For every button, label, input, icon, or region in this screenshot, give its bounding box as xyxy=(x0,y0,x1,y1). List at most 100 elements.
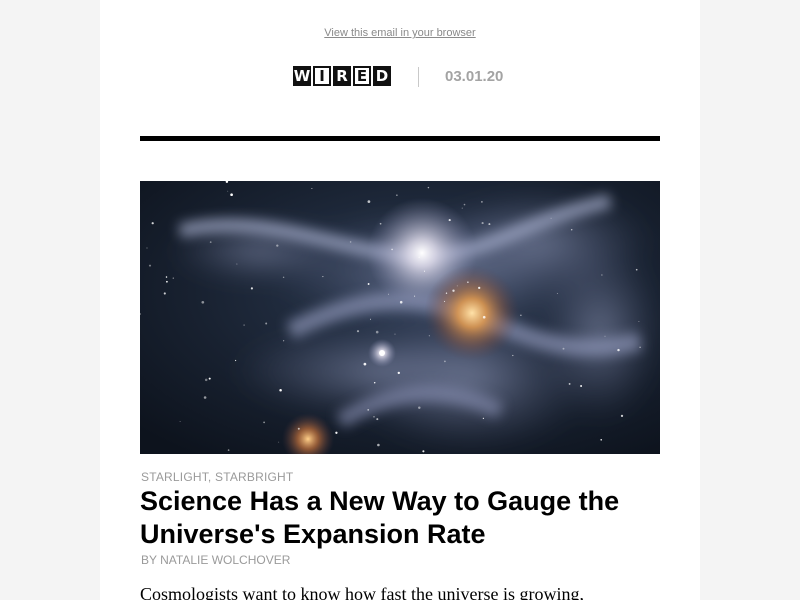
star xyxy=(482,417,485,420)
star xyxy=(601,274,603,276)
star xyxy=(367,283,370,285)
star xyxy=(635,268,638,271)
star xyxy=(276,244,279,247)
star xyxy=(397,371,400,375)
nebula-image xyxy=(140,181,660,454)
star xyxy=(279,389,282,392)
star xyxy=(376,418,379,421)
logo-letter-e: E xyxy=(353,66,371,86)
star xyxy=(478,286,481,290)
star xyxy=(617,348,620,352)
star xyxy=(151,222,154,225)
star xyxy=(322,276,324,278)
star xyxy=(562,347,565,350)
star xyxy=(580,385,583,387)
star xyxy=(148,264,152,267)
star xyxy=(227,449,230,451)
star xyxy=(467,281,469,283)
star xyxy=(423,270,426,272)
star xyxy=(179,421,181,422)
star xyxy=(236,263,238,265)
star xyxy=(461,207,463,209)
star xyxy=(163,292,166,295)
star xyxy=(639,346,641,349)
star xyxy=(297,427,300,430)
star xyxy=(418,406,421,410)
star xyxy=(230,193,233,197)
star xyxy=(201,300,205,304)
star xyxy=(363,362,367,366)
star xyxy=(388,293,390,295)
star xyxy=(418,256,420,258)
section-rule xyxy=(140,136,660,141)
star xyxy=(367,200,371,203)
logo-letter-r: R xyxy=(333,66,351,86)
star xyxy=(243,324,245,326)
star xyxy=(311,188,313,189)
star xyxy=(391,248,393,251)
star xyxy=(445,292,448,294)
star xyxy=(427,186,430,189)
star xyxy=(570,228,573,231)
star xyxy=(463,203,466,206)
star xyxy=(379,222,382,225)
star xyxy=(556,293,558,294)
star xyxy=(373,415,375,418)
star xyxy=(203,396,207,399)
star xyxy=(444,300,446,302)
star xyxy=(638,320,640,322)
star xyxy=(482,315,486,319)
star xyxy=(263,421,265,424)
article-headline[interactable]: Science Has a New Way to Gauge the Unive… xyxy=(140,485,665,551)
star xyxy=(375,330,379,334)
star xyxy=(265,322,268,325)
logo-letter-d: D xyxy=(373,66,391,86)
view-in-browser-link[interactable]: View this email in your browser xyxy=(100,27,700,39)
star xyxy=(370,318,371,320)
star xyxy=(209,241,212,243)
star xyxy=(282,276,285,279)
star xyxy=(550,217,552,219)
star xyxy=(234,359,237,362)
star xyxy=(452,289,455,292)
wired-logo[interactable]: W I R E D xyxy=(293,66,391,86)
star xyxy=(520,314,522,316)
star xyxy=(208,377,211,380)
star xyxy=(204,378,208,382)
star xyxy=(399,300,403,304)
star xyxy=(568,382,571,385)
star xyxy=(250,287,253,290)
star xyxy=(604,335,606,337)
star xyxy=(377,443,380,447)
logo-letter-w: W xyxy=(293,66,311,86)
star xyxy=(488,223,491,226)
star xyxy=(356,330,360,333)
star xyxy=(146,247,148,249)
star xyxy=(444,360,446,363)
star xyxy=(456,285,458,287)
article-byline: BY NATALIE WOLCHOVER xyxy=(141,553,291,567)
star xyxy=(481,222,484,225)
article-kicker[interactable]: STARLIGHT, STARBRIGHT xyxy=(141,470,293,484)
email-body: View this email in your browser W I R E … xyxy=(100,0,700,600)
star xyxy=(283,340,285,342)
star xyxy=(414,295,416,297)
masthead-divider xyxy=(418,67,419,87)
star xyxy=(165,276,168,278)
star xyxy=(373,381,376,384)
hero-image[interactable] xyxy=(140,181,660,454)
star xyxy=(172,277,174,279)
masthead: W I R E D 03.01.20 xyxy=(100,64,700,90)
star xyxy=(166,280,168,283)
star xyxy=(422,450,425,453)
star xyxy=(620,414,624,418)
star xyxy=(512,354,514,357)
star xyxy=(600,439,602,441)
logo-letter-i: I xyxy=(313,66,331,86)
star xyxy=(448,219,451,222)
star xyxy=(227,190,229,192)
star xyxy=(481,201,483,203)
star xyxy=(349,241,352,243)
issue-date: 03.01.20 xyxy=(445,68,504,85)
star xyxy=(394,333,396,335)
